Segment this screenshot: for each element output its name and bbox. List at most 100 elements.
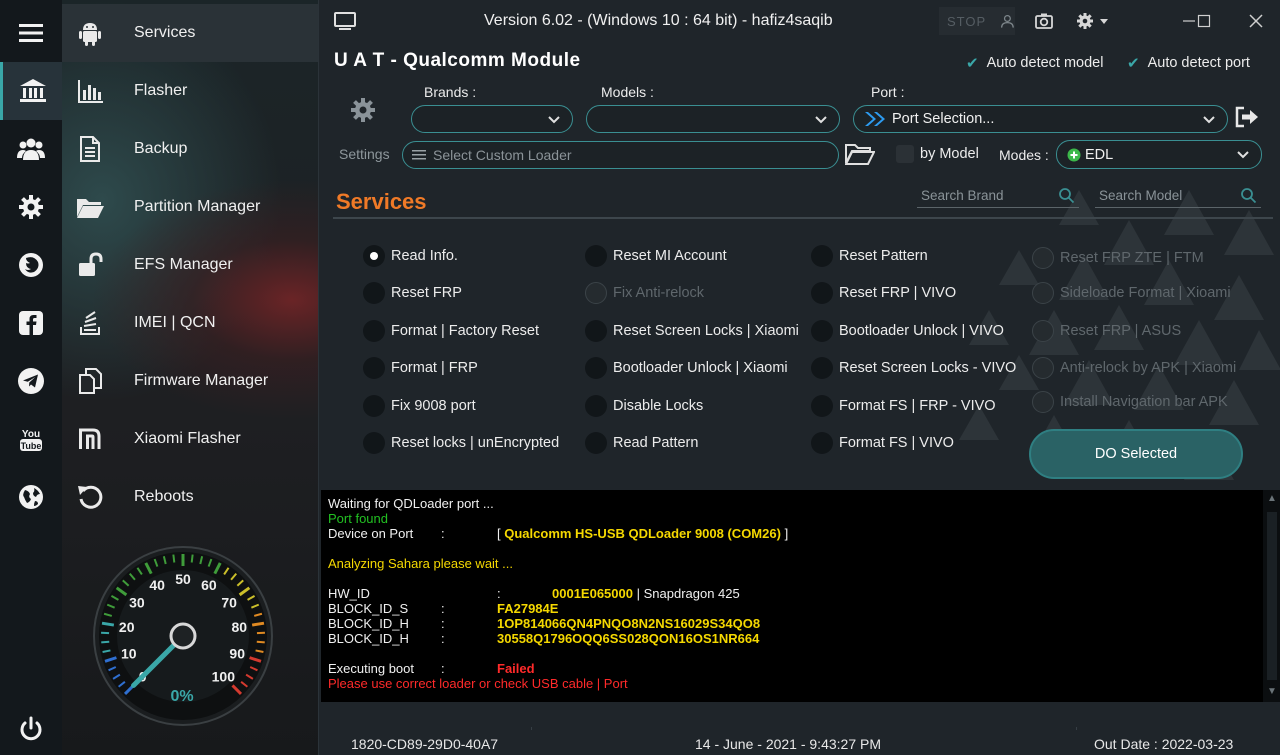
option-reset-mi-account[interactable]: Reset MI Account (585, 245, 727, 267)
option-format-fs-frp-vivo[interactable]: Format FS | FRP - VIVO (811, 395, 996, 417)
scroll-up-icon[interactable]: ▲ (1266, 493, 1278, 505)
menu-item-label: Firmware Manager (134, 372, 269, 389)
plus-circle-icon (1067, 148, 1081, 161)
auto-detect-model-checkbox[interactable]: ✔ Auto detect model (966, 54, 1103, 72)
close-button[interactable] (1241, 8, 1271, 34)
log-line: HW_ID: 0001E065000 | Snapdragon 425 (328, 586, 1258, 601)
auto-detect-port-checkbox[interactable]: ✔ Auto detect port (1127, 54, 1250, 72)
option-read-info[interactable]: Read Info. (363, 245, 458, 267)
gear-icon[interactable] (0, 178, 62, 236)
option-reset-frp-vivo[interactable]: Reset FRP | VIVO (811, 282, 956, 304)
log-line: BLOCK_ID_H: 30558Q1796OQQ6SS028QON16OS1NR… (328, 631, 1258, 646)
search-model-input[interactable]: Search Model (1095, 184, 1261, 208)
option-label: Reset Screen Locks | Xiaomi (613, 323, 799, 339)
log-line: Analyzing Sahara please wait ... (328, 556, 513, 571)
monitor-icon[interactable] (333, 10, 357, 32)
option-format-factory-reset[interactable]: Format | Factory Reset (363, 320, 539, 342)
menu-item-backup[interactable]: Backup (62, 120, 318, 178)
option-anti-relock-apk-xiaomi[interactable]: Anti-relock by APK | Xiaomi (1032, 357, 1236, 379)
radio-button (1032, 320, 1054, 342)
open-folder-icon[interactable] (845, 142, 875, 166)
firefox-icon[interactable] (0, 236, 62, 294)
menu-item-imei-qcn[interactable]: IMEI | QCN (62, 294, 318, 352)
menu-item-efs-manager[interactable]: EFS Manager (62, 236, 318, 294)
modes-dropdown[interactable]: EDL (1056, 140, 1262, 169)
users-icon[interactable] (0, 120, 62, 178)
power-icon[interactable] (0, 700, 62, 755)
camera-icon[interactable] (1033, 10, 1055, 32)
option-install-navigation-bar-apk[interactable]: Install Navigation bar APK (1032, 391, 1228, 413)
option-format-fs-vivo[interactable]: Format FS | VIVO (811, 432, 954, 454)
menu-item-services[interactable]: Services (62, 4, 318, 62)
scroll-down-icon[interactable]: ▼ (1266, 686, 1278, 698)
log-line: Waiting for QDLoader port ... (328, 496, 494, 511)
option-reset-frp-asus[interactable]: Reset FRP | ASUS (1032, 320, 1181, 342)
log-line: BLOCK_ID_H: 1OP814066QN4PNQO8N2NS16029S34… (328, 616, 1258, 631)
log-colon: : (441, 616, 445, 631)
option-reset-pattern[interactable]: Reset Pattern (811, 245, 928, 267)
search-model-placeholder: Search Model (1099, 188, 1183, 203)
radio-button (585, 245, 607, 267)
option-bootloader-unlock-xiaomi[interactable]: Bootloader Unlock | Xiaomi (585, 357, 788, 379)
stop-button[interactable]: STOP (939, 7, 1015, 35)
double-arrow-icon (865, 112, 885, 126)
option-format-frp[interactable]: Format | FRP (363, 357, 478, 379)
port-dropdown[interactable]: Port Selection... (853, 105, 1228, 133)
option-bootloader-unlock-vivo[interactable]: Bootloader Unlock | VIVO (811, 320, 1004, 342)
console-scrollbar[interactable]: ▲ ▼ (1263, 490, 1280, 702)
scroll-thumb[interactable] (1267, 512, 1277, 680)
menu-item-flasher[interactable]: Flasher (62, 62, 318, 120)
gauge-tick (256, 640, 265, 644)
facebook-icon[interactable] (0, 294, 62, 352)
log-colon: : (441, 526, 445, 541)
menu-item-partition-manager[interactable]: Partition Manager (62, 178, 318, 236)
option-sideloade-format-xioami[interactable]: Sideloade Format | Xioami (1032, 282, 1231, 304)
option-fix-anti-relock[interactable]: Fix Anti-relock (585, 282, 704, 304)
menu-item-xiaomi-flasher[interactable]: Xiaomi Flasher (62, 410, 318, 468)
menu-item-label: Backup (134, 140, 188, 157)
globe-icon[interactable] (0, 468, 62, 526)
option-reset-locks-unencrypted[interactable]: Reset locks | unEncrypted (363, 432, 559, 454)
exit-icon[interactable] (1235, 106, 1259, 128)
svg-text:Tube: Tube (21, 441, 42, 451)
maximize-button[interactable] (1189, 8, 1219, 34)
radio-button (363, 245, 385, 267)
option-disable-locks[interactable]: Disable Locks (585, 395, 703, 417)
log-key: BLOCK_ID_H (328, 631, 409, 646)
do-selected-button[interactable]: DO Selected (1029, 429, 1243, 479)
menu-icon[interactable] (0, 4, 62, 62)
models-dropdown[interactable] (586, 105, 840, 133)
radio-button (1032, 247, 1054, 269)
brands-dropdown[interactable] (411, 105, 573, 133)
option-label: Format | Factory Reset (391, 323, 539, 339)
option-reset-frp[interactable]: Reset FRP (363, 282, 462, 304)
by-model-checkbox[interactable]: by Model (896, 145, 979, 163)
mi-logo-icon (62, 424, 118, 454)
option-fix-9008-port[interactable]: Fix 9008 port (363, 395, 476, 417)
side-menu: Services Flasher Backup Partition Manage… (62, 0, 318, 755)
auto-detect-model-label: Auto detect model (986, 55, 1104, 71)
option-label: Reset Screen Locks - VIVO (839, 360, 1017, 376)
settings-gear-icon[interactable] (348, 95, 378, 125)
gauge-tick-label: 80 (232, 619, 248, 635)
radio-button (363, 432, 385, 454)
menu-item-reboots[interactable]: Reboots (62, 468, 318, 526)
gauge-tick (101, 621, 115, 627)
option-reset-frp-zte-ftm[interactable]: Reset FRP ZTE | FTM (1032, 247, 1204, 269)
menu-item-label: Services (134, 24, 196, 41)
youtube-icon[interactable]: You Tube (0, 410, 62, 468)
option-reset-screen-locks-vivo[interactable]: Reset Screen Locks - VIVO (811, 357, 1016, 379)
option-read-pattern[interactable]: Read Pattern (585, 432, 698, 454)
custom-loader-input[interactable]: Select Custom Loader (402, 141, 839, 169)
log-value: 1OP814066QN4PNQO8N2NS16029S34QO8 (497, 616, 761, 631)
search-brand-input[interactable]: Search Brand (917, 184, 1079, 208)
settings-dropdown-icon[interactable] (1074, 10, 1114, 32)
option-reset-screen-locks-xiaomi[interactable]: Reset Screen Locks | Xiaomi (585, 320, 799, 342)
menu-item-firmware-manager[interactable]: Firmware Manager (62, 352, 318, 410)
log-value: Qualcomm HS-USB QDLoader 9008 (COM26) (504, 526, 781, 541)
chevron-down-icon (1203, 116, 1215, 124)
services-divider (333, 217, 1273, 219)
telegram-icon[interactable] (0, 352, 62, 410)
bank-icon[interactable] (0, 62, 62, 120)
module-title: U A T - Qualcomm Module (334, 50, 581, 71)
